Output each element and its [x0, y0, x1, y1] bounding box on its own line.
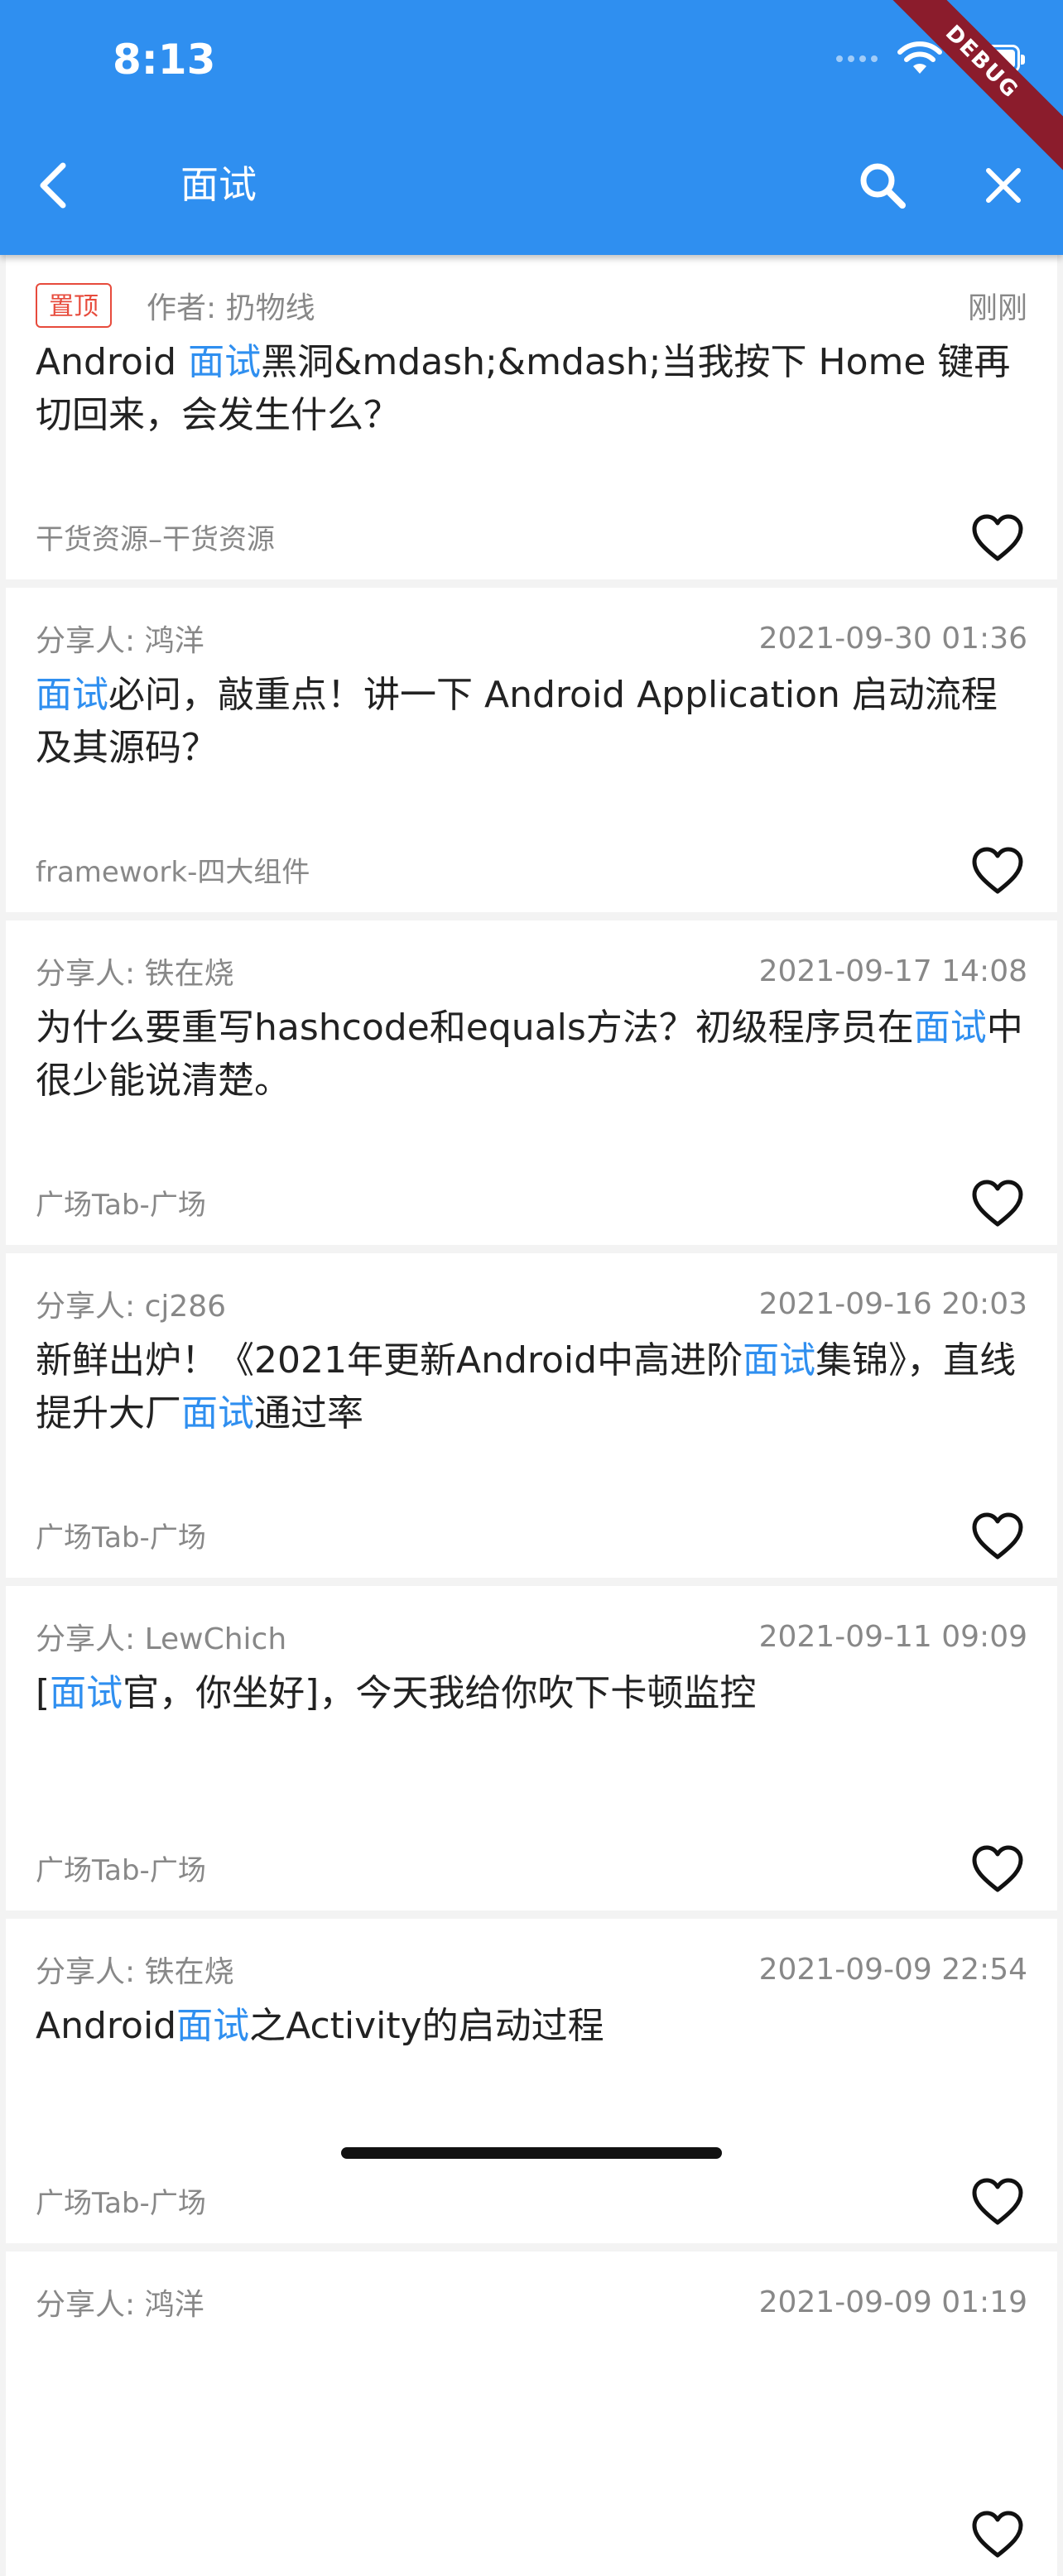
article-category[interactable]: 广场Tab-广场	[36, 1521, 206, 1555]
article-card[interactable]: 分享人: 铁在烧 2021-09-17 14:08 为什么要重写hashcode和e…	[6, 920, 1057, 1245]
article-card[interactable]: 置顶 作者: 扔物线 刚刚 Android 面试黑洞&mdash;&mdash;当我按…	[6, 255, 1057, 579]
article-title: Android面试之Activity的启动过程	[36, 2000, 1027, 2053]
article-title: 新鲜出炉！《2021年更新Android中高进阶面试集锦》，直线提升大厂面试通过…	[36, 1334, 1027, 1440]
title-text: Android	[36, 2005, 177, 2047]
keyword-highlight: 面试	[36, 674, 108, 716]
article-card[interactable]: 分享人: cj286 2021-09-16 20:03 新鲜出炉！《2021年更新A…	[6, 1253, 1057, 1578]
title-text: 为什么要重写hashcode和equals方法？初级程序员在	[36, 1007, 914, 1049]
article-category[interactable]: 广场Tab-广场	[36, 2187, 206, 2220]
wifi-icon	[897, 41, 942, 74]
article-author[interactable]: 分享人: 鸿洋	[36, 2280, 759, 2324]
favorite-heart-icon[interactable]	[971, 846, 1024, 896]
home-indicator[interactable]	[341, 2147, 722, 2159]
favorite-heart-icon[interactable]	[971, 1511, 1024, 1561]
title-text: Android	[36, 341, 189, 383]
article-card[interactable]: 分享人: 鸿洋 2021-09-30 01:36 面试必问，敲重点！讲一下 Andr…	[6, 588, 1057, 912]
signal-icon	[836, 55, 878, 62]
article-meta: 分享人: LewChich 2021-09-11 09:09	[36, 1616, 1027, 1657]
article-card[interactable]: 分享人: LewChich 2021-09-11 09:09 [面试官，你坐好]，今…	[6, 1586, 1057, 1910]
article-date: 刚刚	[967, 291, 1027, 325]
article-category[interactable]: 广场Tab-广场	[36, 1189, 206, 1222]
article-title: [面试官，你坐好]，今天我给你吹下卡顿监控	[36, 1667, 1027, 1720]
article-title: Android 面试黑洞&mdash;&mdash;当我按下 Home 键再切回…	[36, 336, 1027, 442]
favorite-heart-icon[interactable]	[971, 2510, 1024, 2559]
article-category[interactable]: 干货资源–干货资源	[36, 523, 275, 556]
article-meta: 分享人: 鸿洋 2021-09-09 01:19	[36, 2281, 1027, 2323]
back-arrow-icon	[40, 162, 66, 209]
article-date: 2021-09-09 01:19	[758, 2285, 1027, 2319]
article-meta: 分享人: 铁在烧 2021-09-17 14:08	[36, 950, 1027, 992]
page-title: 面试	[180, 162, 257, 207]
article-card[interactable]: 分享人: 鸿洋 2021-09-09 01:19	[6, 2252, 1057, 2576]
favorite-heart-icon[interactable]	[971, 2177, 1024, 2227]
article-category[interactable]: framework-四大组件	[36, 856, 310, 889]
title-text: 通过率	[254, 1392, 363, 1435]
keyword-highlight: 面试	[743, 1339, 816, 1382]
article-date: 2021-09-17 14:08	[758, 954, 1027, 988]
article-category[interactable]: 广场Tab-广场	[36, 1854, 206, 1887]
search-icon	[860, 163, 906, 209]
article-meta: 分享人: cj286 2021-09-16 20:03	[36, 1283, 1027, 1324]
article-date: 2021-09-09 22:54	[758, 1952, 1027, 1987]
close-button[interactable]	[967, 149, 1040, 222]
favorite-heart-icon[interactable]	[971, 1844, 1024, 1894]
article-author[interactable]: 分享人: cj286	[36, 1282, 759, 1325]
favorite-heart-icon[interactable]	[971, 1179, 1024, 1228]
article-meta: 分享人: 铁在烧 2021-09-09 22:54	[36, 1949, 1027, 1990]
article-date: 2021-09-30 01:36	[758, 621, 1027, 656]
title-text: 必问，敲重点！讲一下 Android Application 启动流程及其源码？	[36, 674, 998, 769]
article-author[interactable]: 分享人: 铁在烧	[36, 949, 759, 992]
keyword-highlight: 面试	[176, 2005, 250, 2047]
keyword-highlight: 面试	[188, 341, 262, 383]
article-title: 面试必问，敲重点！讲一下 Android Application 启动流程及其源…	[36, 669, 1027, 775]
keyword-highlight: 面试	[50, 1672, 123, 1714]
article-author[interactable]: 分享人: 鸿洋	[36, 617, 759, 660]
article-author[interactable]: 分享人: LewChich	[36, 1615, 759, 1658]
title-text: [	[36, 1672, 51, 1714]
favorite-heart-icon[interactable]	[971, 513, 1024, 563]
article-author[interactable]: 作者: 扔物线	[147, 284, 968, 327]
article-title: 为什么要重写hashcode和equals方法？初级程序员在面试中很少能说清楚。	[36, 1002, 1027, 1108]
title-text: 新鲜出炉！《2021年更新Android中高进阶	[36, 1339, 743, 1382]
app-bar: 8:13 面试	[0, 0, 1063, 255]
status-time: 8:13	[113, 36, 216, 84]
keyword-highlight: 面试	[913, 1007, 987, 1049]
article-meta: 置顶 作者: 扔物线 刚刚	[36, 283, 1027, 328]
article-meta: 分享人: 鸿洋 2021-09-30 01:36	[36, 618, 1027, 659]
article-card[interactable]: 分享人: 铁在烧 2021-09-09 22:54 Android面试之Activi…	[6, 1919, 1057, 2243]
back-button[interactable]	[17, 149, 89, 222]
title-text: 官，你坐好]，今天我给你吹下卡顿监控	[123, 1672, 757, 1714]
title-text: 之Activity的启动过程	[249, 2005, 604, 2047]
close-icon	[986, 168, 1021, 203]
search-button[interactable]	[846, 149, 919, 222]
article-date: 2021-09-11 09:09	[758, 1619, 1027, 1654]
pinned-badge: 置顶	[36, 283, 112, 328]
article-author[interactable]: 分享人: 铁在烧	[36, 1948, 759, 1991]
article-date: 2021-09-16 20:03	[758, 1286, 1027, 1321]
keyword-highlight: 面试	[181, 1392, 254, 1435]
